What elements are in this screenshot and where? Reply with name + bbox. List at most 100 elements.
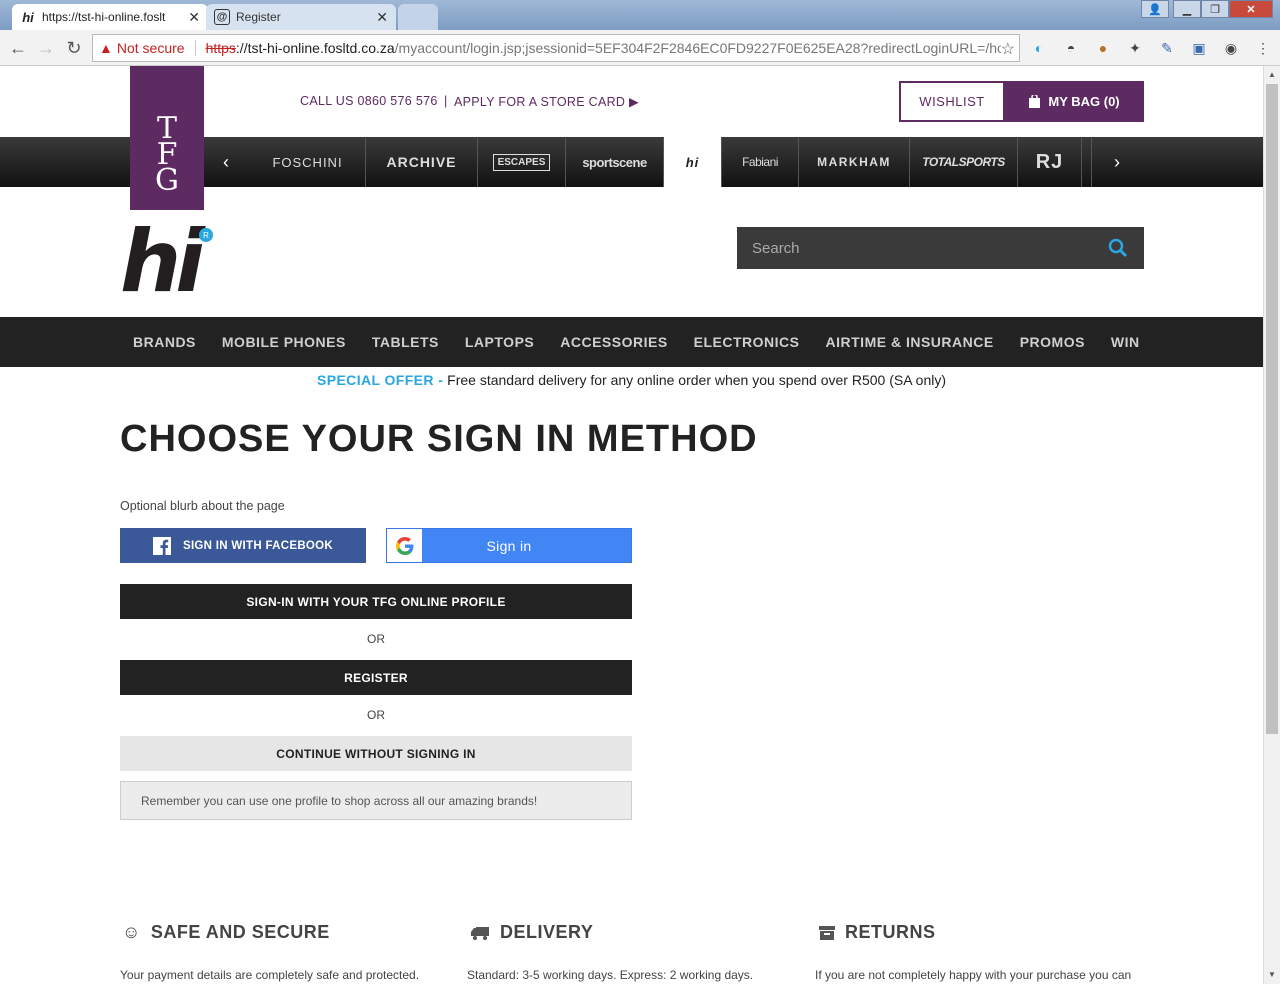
nav-promos[interactable]: PROMOS [1020,334,1085,350]
browser-tab-register[interactable]: @ Register ✕ [206,4,396,30]
nav-accessories[interactable]: ACCESSORIES [560,334,667,350]
incognito-extension-icon[interactable]: ◓ [1061,38,1081,58]
feature-delivery: DELIVERY [470,922,593,943]
google-icon [387,529,422,562]
special-offer-banner: SPECIAL OFFER - Free standard delivery f… [0,372,1263,388]
nav-mobile-phones[interactable]: MOBILE PHONES [222,334,346,350]
cookie-extension-icon[interactable]: ● [1093,38,1113,58]
back-icon[interactable]: ← [6,36,30,60]
camera-extension-icon[interactable]: ◉ [1221,38,1241,58]
page-title: CHOOSE YOUR SIGN IN METHOD [120,418,758,460]
maximize-button[interactable]: ❐ [1201,0,1229,18]
nav-tablets[interactable]: TABLETS [372,334,439,350]
call-us-link[interactable]: CALL US 0860 576 576 [300,94,438,108]
tfg-profile-signin-button[interactable]: SIGN-IN WITH YOUR TFG ONLINE PROFILE [120,584,632,619]
my-bag-label: MY BAG (0) [1048,94,1120,109]
url-host: ://tst-hi-online.fosltd.co.za [235,40,395,56]
url-scheme: https [205,40,236,56]
brand-fabiani[interactable]: Fabiani [722,137,799,187]
feature-title: RETURNS [845,922,936,942]
continue-as-guest-button[interactable]: CONTINUE WITHOUT SIGNING IN [120,736,632,771]
minimize-button[interactable]: ▁ [1173,0,1201,18]
address-bar[interactable]: ▲ Not secure https://tst-hi-online.foslt… [92,34,1020,62]
store-card-link[interactable]: APPLY FOR A STORE CARD ▶ [454,94,639,109]
nav-win[interactable]: WIN [1111,334,1140,350]
feature-text: Standard: 3-5 working days. Express: 2 w… [467,968,754,982]
tfg-logo[interactable]: TFG [130,66,204,210]
chevron-left-icon[interactable]: ‹ [206,137,246,187]
search-icon[interactable] [1107,237,1129,259]
brand-escapes-label: ESCAPES [492,153,551,171]
wishlist-button[interactable]: WISHLIST [899,81,1005,122]
security-label[interactable]: Not secure [117,40,196,56]
brand-rj[interactable]: RJ [1018,137,1082,187]
hi-favicon-icon: hi [22,9,34,25]
nav-laptops[interactable]: LAPTOPS [465,334,534,350]
smiley-icon: ☺ [122,922,141,942]
facebook-signin-label: SIGN IN WITH FACEBOOK [182,539,334,552]
google-signin-button[interactable]: Sign in [386,528,632,563]
feature-returns: RETURNS [819,922,936,943]
scroll-up-icon[interactable]: ▲ [1264,66,1280,82]
search-input[interactable] [752,239,1107,257]
feature-title: SAFE AND SECURE [150,922,330,942]
feature-safe-secure: ☺ SAFE AND SECURE [122,922,330,943]
search-bar [737,227,1144,269]
scroll-thumb[interactable] [1266,84,1278,734]
shopping-bag-icon [1029,95,1041,108]
profile-icon[interactable]: 👤 [1141,0,1169,18]
browser-tab-bar: hi https://tst-hi-online.foslt ✕ @ Regis… [0,0,1280,30]
url-path: /myaccount/login.jsp;jsessionid=5EF304F2… [394,40,1010,56]
extension-icon[interactable]: ◐ [1029,38,1049,58]
browser-tab-active[interactable]: hi https://tst-hi-online.foslt ✕ [12,4,208,30]
brand-hi[interactable]: hi [664,137,722,187]
my-bag-button[interactable]: MY BAG (0) [1005,81,1144,122]
facebook-icon [152,536,171,555]
close-tab-icon[interactable]: ✕ [188,9,200,26]
feature-text: If you are not completely happy with you… [815,968,1132,982]
ninja-extension-icon[interactable]: ✦ [1125,38,1145,58]
chevron-right-icon[interactable]: › [1097,137,1137,187]
brand-foschini[interactable]: FOSCHINI [250,137,366,187]
page-scrollbar[interactable]: ▲ ▼ [1263,66,1280,984]
register-button[interactable]: REGISTER [120,660,632,695]
brand-archive[interactable]: ARCHIVE [366,137,478,187]
nav-electronics[interactable]: ELECTRONICS [694,334,800,350]
close-window-button[interactable]: ✕ [1229,0,1273,18]
menu-icon[interactable]: ⋮ [1253,38,1273,58]
at-favicon-icon: @ [214,9,230,25]
page: TFG CALL US 0860 576 576 | APPLY FOR A S… [0,66,1263,984]
feature-text: Your payment details are completely safe… [120,968,420,982]
truck-icon [471,926,489,940]
or-divider: OR [367,632,385,646]
google-signin-label: Sign in [486,537,532,554]
brand-sportscene[interactable]: sportscene [566,137,664,187]
scroll-down-icon[interactable]: ▼ [1264,966,1280,982]
tab-title: Register [236,10,281,24]
offer-text: Free standard delivery for any online or… [447,372,947,388]
tab-title: https://tst-hi-online.foslt [42,10,166,24]
close-tab-icon[interactable]: ✕ [376,9,388,26]
archive-box-icon [819,925,835,940]
nav-airtime-insurance[interactable]: AIRTIME & INSURANCE [826,334,994,350]
brand-markham[interactable]: MARKHAM [799,137,910,187]
forward-icon[interactable]: → [34,36,58,60]
store-card-label: APPLY FOR A STORE CARD [454,95,626,109]
or-divider: OR [367,708,385,722]
brand-escapes[interactable]: ESCAPES [478,137,566,187]
reload-icon[interactable]: ↻ [62,36,86,60]
bookmark-star-icon[interactable]: ☆ [1000,39,1015,59]
hi-logo[interactable]: hi [120,219,205,305]
brand-divider [1082,137,1092,187]
registered-mark-icon: R [199,228,213,242]
feature-title: DELIVERY [500,922,594,942]
brand-totalsports[interactable]: TOTALSPORTS [910,137,1018,187]
new-tab-button[interactable] [398,4,438,30]
window-extension-icon[interactable]: ▣ [1189,38,1209,58]
nav-brands[interactable]: BRANDS [133,334,196,350]
profile-note: Remember you can use one profile to shop… [120,781,632,820]
eyedropper-extension-icon[interactable]: ✎ [1157,38,1177,58]
page-blurb: Optional blurb about the page [120,499,285,513]
play-arrow-icon: ▶ [629,95,639,109]
facebook-signin-button[interactable]: SIGN IN WITH FACEBOOK [120,528,366,563]
